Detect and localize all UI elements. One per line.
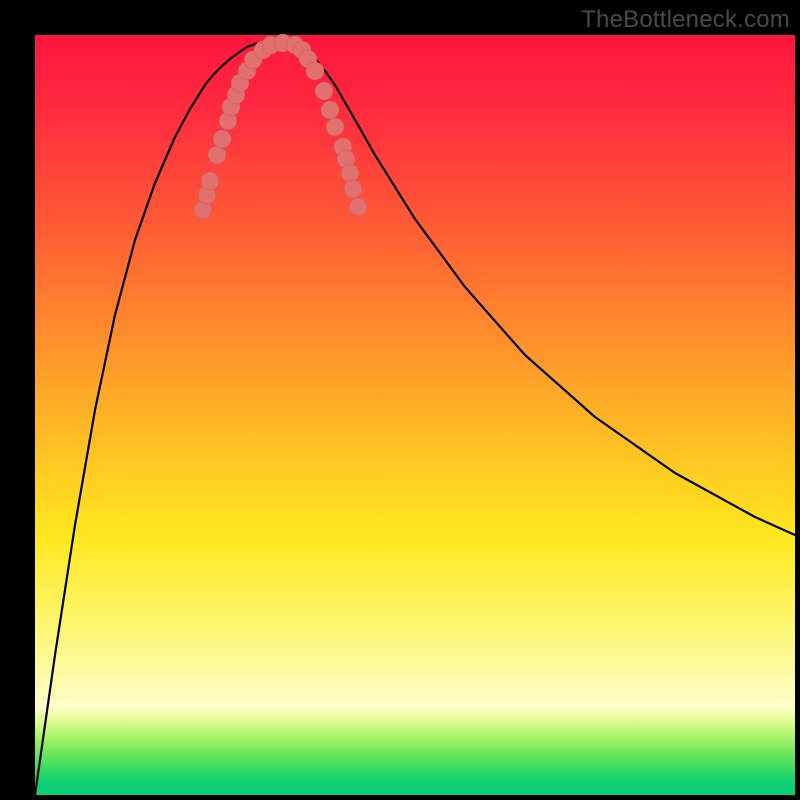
marker-dot	[213, 130, 231, 148]
marker-dot	[326, 118, 344, 136]
marker-dot	[315, 82, 333, 100]
marker-dot	[321, 101, 339, 119]
marker-dot	[341, 164, 359, 182]
marker-dot	[208, 146, 226, 164]
marker-dot	[344, 180, 362, 198]
curve-left-branch	[35, 41, 270, 795]
curve-svg	[35, 35, 795, 795]
watermark-text: TheBottleneck.com	[581, 6, 790, 34]
marker-dot	[349, 198, 367, 216]
marker-dot	[201, 172, 219, 190]
dots-group	[194, 34, 367, 219]
curve-right-branch	[285, 41, 795, 535]
marker-dot	[306, 62, 324, 80]
chart-frame: TheBottleneck.com	[0, 0, 800, 800]
curve-group	[35, 41, 795, 795]
plot-area	[35, 35, 795, 795]
